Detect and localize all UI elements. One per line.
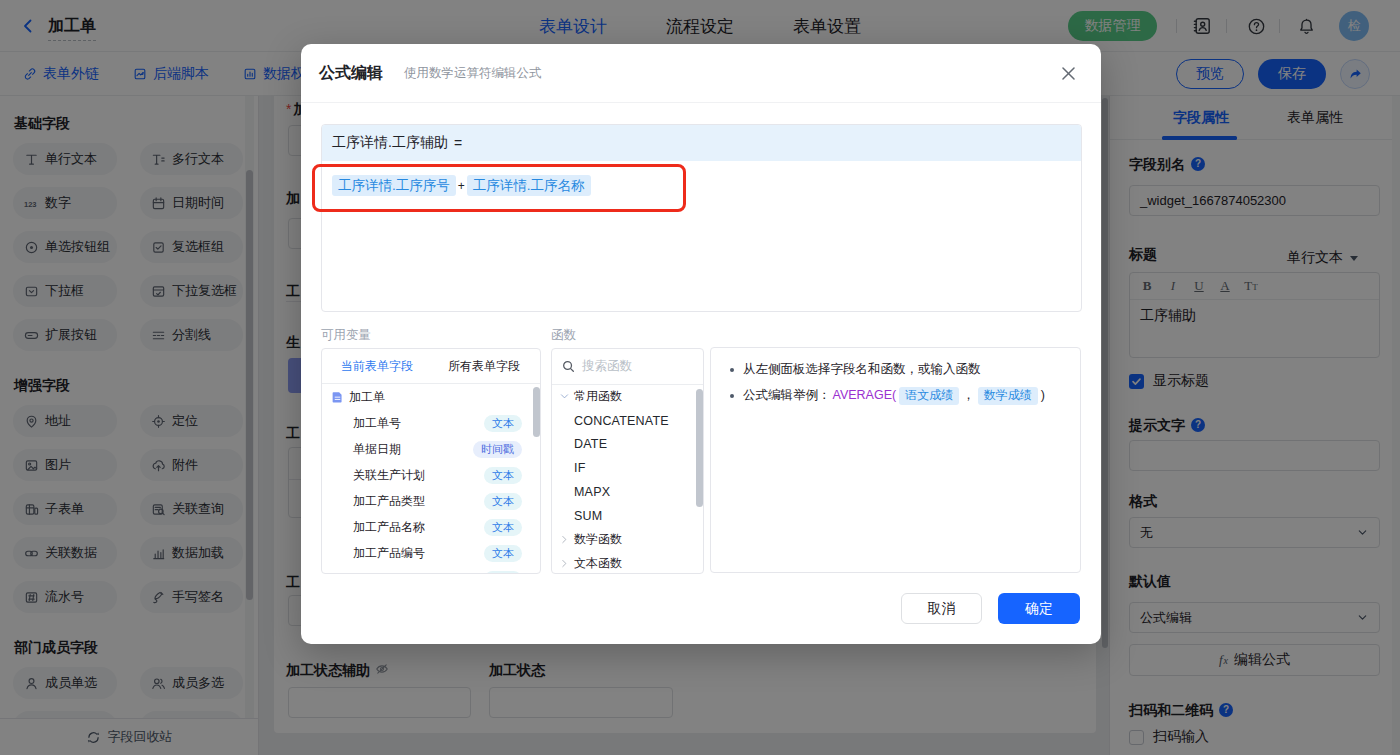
variable-type-badge: 文本: [484, 467, 522, 484]
help-box: 从左侧面板选择字段名和函数，或输入函数 公式编辑举例：AVERAGE(语文成绩，…: [710, 347, 1081, 573]
chevron-right-icon: [559, 558, 570, 569]
variables-scrollbar-thumb[interactable]: [533, 387, 540, 437]
formula-editor[interactable]: 工序详情.工序辅助= 工序详情.工序序号 + 工序详情.工序名称: [321, 124, 1082, 312]
help-line-2: 公式编辑举例：AVERAGE(语文成绩，数学成绩): [743, 386, 1045, 405]
functions-label: 函数: [551, 327, 576, 344]
function-group-label: 文本函数: [574, 555, 622, 572]
function-name: SUM: [574, 509, 602, 523]
functions-scrollbar-thumb[interactable]: [696, 389, 703, 507]
variable-name: 加工单号: [353, 415, 401, 432]
variable-item-加工产品类型[interactable]: 加工产品类型 文本: [322, 488, 540, 514]
variable-name: 加工产品名称: [353, 519, 425, 536]
function-name: MAPX: [574, 485, 610, 499]
function-group-label: 数学函数: [574, 531, 622, 548]
variables-root-label: 加工单: [349, 389, 385, 406]
functions-box: 搜索函数 常用函数 CONCATENATE DATE IF MAPX SUM 数学函数文本函…: [551, 348, 704, 574]
modal-title: 公式编辑: [319, 63, 383, 84]
function-group-label: 常用函数: [574, 388, 622, 405]
variable-name: 单据日期: [353, 441, 401, 458]
search-placeholder: 搜索函数: [582, 358, 632, 375]
operator: +: [458, 179, 465, 193]
variables-label: 可用变量: [321, 327, 371, 344]
variables-box: 当前表单字段所有表单字段 加工单加工单号文本单据日期时间戳关联生产计划文本加工产…: [321, 348, 541, 574]
function-name: IF: [574, 461, 586, 475]
variable-type-badge: 文本: [484, 519, 522, 536]
chevron-down-icon: [559, 391, 570, 402]
modal-subtitle: 使用数学运算符编辑公式: [404, 65, 542, 82]
formula-edit-modal: 公式编辑 使用数学运算符编辑公式 工序详情.工序辅助= 工序详情.工序序号 + …: [301, 44, 1101, 644]
variable-type-badge: 文本: [484, 415, 522, 432]
variable-item-关联生产计划[interactable]: 关联生产计划 文本: [322, 462, 540, 488]
field-token[interactable]: 工序详情.工序序号: [332, 175, 456, 196]
variable-item-加工产品编号[interactable]: 加工产品编号 文本: [322, 541, 540, 567]
cancel-button[interactable]: 取消: [901, 593, 982, 624]
field-token[interactable]: 工序详情.工序名称: [467, 175, 591, 196]
variable-type-badge: 文本: [484, 545, 522, 562]
function-group-数学函数[interactable]: 数学函数: [552, 528, 703, 552]
function-group-文本函数[interactable]: 文本函数: [552, 552, 703, 574]
variables-tab-2[interactable]: 所有表单字段: [448, 358, 520, 375]
variable-type-badge: 时间戳: [473, 441, 522, 458]
variable-item-加工单号[interactable]: 加工单号 文本: [322, 410, 540, 436]
variable-item-[interactable]: 文本: [322, 567, 540, 574]
variable-item-单据日期[interactable]: 单据日期 时间戳: [322, 436, 540, 462]
variable-name: 关联生产计划: [353, 467, 425, 484]
modal-header: 公式编辑 使用数学运算符编辑公式: [301, 44, 1101, 103]
chevron-right-icon: [559, 534, 570, 545]
doc-icon: [331, 390, 344, 404]
formula-expression[interactable]: 工序详情.工序序号 + 工序详情.工序名称: [322, 161, 1081, 210]
function-item-DATE[interactable]: DATE: [552, 433, 703, 457]
function-item-SUM[interactable]: SUM: [552, 504, 703, 528]
bullet: [730, 368, 734, 372]
function-item-CONCATENATE[interactable]: CONCATENATE: [552, 409, 703, 433]
function-name: DATE: [574, 437, 607, 451]
function-item-IF[interactable]: IF: [552, 456, 703, 480]
close-icon[interactable]: [1060, 65, 1077, 82]
function-item-MAPX[interactable]: MAPX: [552, 480, 703, 504]
variable-type-badge: 文本: [484, 571, 522, 574]
bullet: [730, 394, 734, 398]
help-line-1: 从左侧面板选择字段名和函数，或输入函数: [743, 360, 981, 379]
variable-name: 加工产品类型: [353, 493, 425, 510]
function-name: CONCATENATE: [574, 414, 669, 428]
search-icon: [562, 360, 575, 373]
variable-type-badge: 文本: [484, 493, 522, 510]
variables-tab-1[interactable]: 当前表单字段: [341, 358, 413, 375]
function-search-input[interactable]: 搜索函数: [552, 349, 703, 385]
variable-item-加工产品名称[interactable]: 加工产品名称 文本: [322, 514, 540, 540]
confirm-button[interactable]: 确定: [998, 593, 1080, 624]
variables-tree-root[interactable]: 加工单: [322, 384, 540, 410]
formula-target-row: 工序详情.工序辅助=: [322, 125, 1081, 161]
function-group-常用函数[interactable]: 常用函数: [552, 385, 703, 409]
variable-name: 加工产品编号: [353, 545, 425, 562]
